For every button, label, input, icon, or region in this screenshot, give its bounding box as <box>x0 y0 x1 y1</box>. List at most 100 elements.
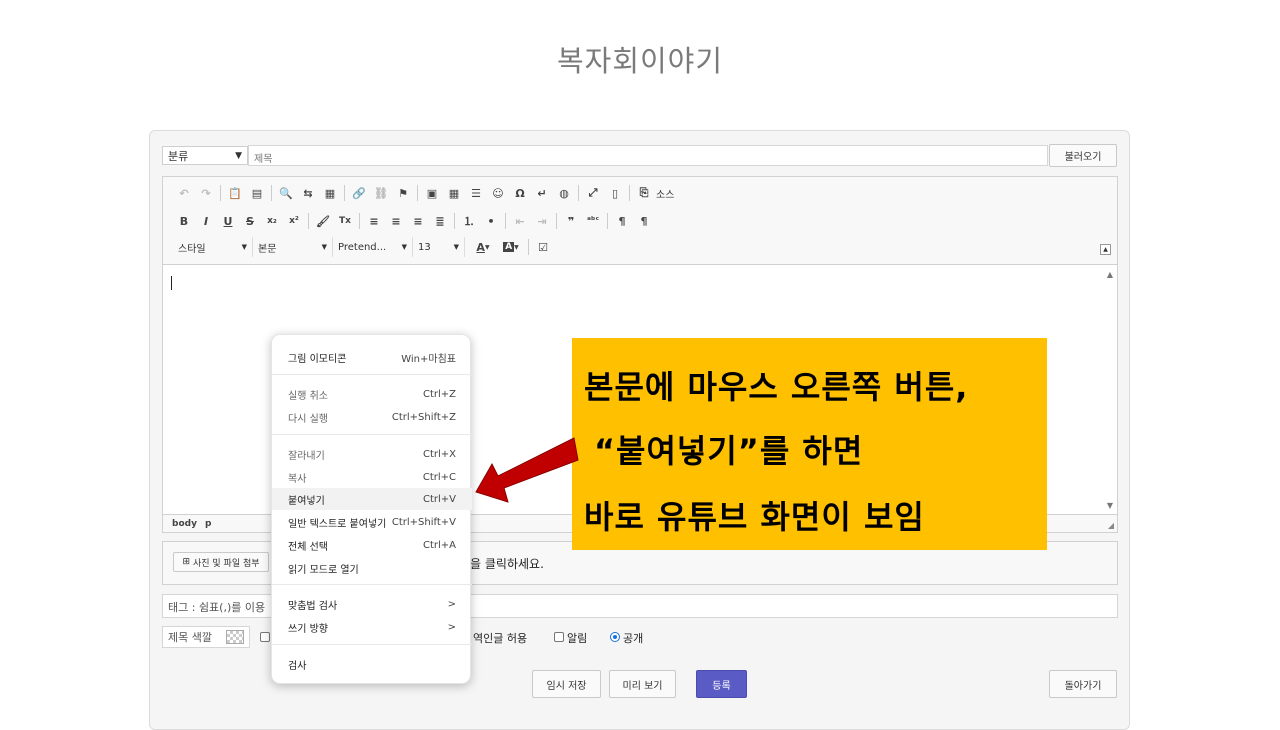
outdent-button[interactable]: ⇤ <box>509 211 531 231</box>
bold-button[interactable]: B <box>173 211 195 231</box>
menu-item-label: 전체 선택 <box>288 541 328 553</box>
add-file-icon: ⊞ <box>182 557 190 567</box>
underline-button[interactable]: U <box>217 211 239 231</box>
context-menu-item[interactable]: 복사 Ctrl+C <box>272 466 472 488</box>
show-blocks-button[interactable]: ▯ <box>604 183 626 203</box>
load-button[interactable]: 불러오기 <box>1049 144 1117 167</box>
category-select[interactable]: 분류 ▼ <box>162 146 248 165</box>
superscript-icon: x² <box>289 216 299 226</box>
unlink-button[interactable]: ⛓ <box>370 183 392 203</box>
toolbar-collapse-button[interactable]: ▲ <box>1100 244 1111 255</box>
context-menu-item[interactable]: 그림 이모티콘 Win+마침표 <box>272 346 472 368</box>
subscript-button[interactable]: x₂ <box>261 211 283 231</box>
toolbar-row-2: B I U Sx₂ x² 🖌 Tx ≡ ≡ ≡ ≣ ⒈ • ⇤ ⇥ ❞ ᵃᵇᶜ ¶ ¶ <box>173 211 655 231</box>
page-title: 복자회이야기 <box>556 44 724 78</box>
align-center-button[interactable]: ≡ <box>385 211 407 231</box>
title-bold-checkbox[interactable] <box>260 632 270 642</box>
strike-button[interactable]: S <box>239 211 261 231</box>
text-color-button[interactable]: A ▼ <box>469 237 497 257</box>
find-button[interactable]: 🔍 <box>275 183 297 203</box>
blockquote-button[interactable]: ❞ <box>560 211 582 231</box>
format-combo[interactable]: 본문 ▼ <box>253 237 333 257</box>
context-menu-item[interactable]: 붙여넣기 Ctrl+V <box>272 488 472 510</box>
context-menu-item[interactable]: 잘라내기 Ctrl+X <box>272 443 472 465</box>
chevron-down-icon: ▼ <box>235 150 242 161</box>
scroll-down-icon[interactable]: ▼ <box>1107 501 1113 510</box>
alarm-label: 알림 <box>567 632 588 645</box>
italic-button[interactable]: I <box>195 211 217 231</box>
context-menu-item[interactable]: 다시 실행 Ctrl+Shift+Z <box>272 406 472 428</box>
horizontal-line-button[interactable]: ☰ <box>465 183 487 203</box>
checkbox-insert-button[interactable]: ☑ <box>532 237 554 257</box>
link-button[interactable]: 🔗 <box>348 183 370 203</box>
paste-text-button[interactable]: ▤ <box>246 183 268 203</box>
anchor-flag-button[interactable]: ⚑ <box>392 183 414 203</box>
replace-button[interactable]: ⇆ <box>297 183 319 203</box>
toolbar-separator <box>607 213 608 229</box>
redo-button[interactable]: ↷ <box>195 183 217 203</box>
context-menu-item[interactable]: 실행 취소 Ctrl+Z <box>272 383 472 405</box>
iframe-globe-button[interactable]: ◍ <box>553 183 575 203</box>
size-combo[interactable]: 13 ▼ <box>413 237 465 257</box>
maximize-button[interactable]: ⤢ <box>582 183 604 203</box>
source-button[interactable]: ⎘ <box>633 183 655 203</box>
style-combo[interactable]: 스타일 ▼ <box>173 237 253 257</box>
menu-item-label: 쓰기 방향 <box>288 623 328 635</box>
align-left-button[interactable]: ≡ <box>363 211 385 231</box>
context-menu-item[interactable]: 쓰기 방향 > <box>272 616 472 638</box>
align-right-button[interactable]: ≡ <box>407 211 429 231</box>
alarm-checkbox[interactable] <box>554 632 564 642</box>
preview-button[interactable]: 미리 보기 <box>609 670 676 698</box>
back-button[interactable]: 돌아가기 <box>1049 670 1117 698</box>
context-menu-item[interactable]: 검사 <box>272 653 472 675</box>
ltr-button[interactable]: ¶ <box>611 211 633 231</box>
special-char-button[interactable]: Ω <box>509 183 531 203</box>
bg-color-button[interactable]: A ▼ <box>497 237 525 257</box>
emoji-button[interactable]: ☺ <box>487 183 509 203</box>
font-combo[interactable]: Pretend... ▼ <box>333 237 413 257</box>
element-path-body[interactable]: body <box>172 519 197 529</box>
attach-file-label: 사진 및 파일 첨부 <box>193 558 260 569</box>
template-button[interactable]: ▦ <box>319 183 341 203</box>
numbered-list-button[interactable]: ⒈ <box>458 211 480 231</box>
anchor-flag-icon: ⚑ <box>398 186 408 200</box>
rtl-button[interactable]: ¶ <box>633 211 655 231</box>
context-menu-item[interactable]: 맞춤법 검사 > <box>272 593 472 615</box>
horizontal-line-icon: ☰ <box>471 186 481 200</box>
title-input[interactable]: 제목 <box>248 145 1048 166</box>
toolbar-separator <box>220 185 221 201</box>
menu-item-shortcut: Ctrl+Shift+Z <box>391 411 456 423</box>
bulleted-list-button[interactable]: • <box>480 211 502 231</box>
paste-button[interactable]: 📋 <box>224 183 246 203</box>
indent-button[interactable]: ⇥ <box>531 211 553 231</box>
title-color-field[interactable]: 제목 색깔 <box>162 626 250 648</box>
context-menu-item[interactable]: 읽기 모드로 열기 <box>272 557 472 579</box>
undo-button[interactable]: ↶ <box>173 183 195 203</box>
scroll-up-icon[interactable]: ▲ <box>1107 270 1113 279</box>
context-menu-item[interactable]: 전체 선택 Ctrl+A <box>272 534 472 556</box>
size-combo-label: 13 <box>418 241 431 253</box>
source-label[interactable]: 소스 <box>656 186 674 201</box>
spellcheck-button[interactable]: ᵃᵇᶜ <box>582 211 604 231</box>
attach-file-button[interactable]: ⊞ 사진 및 파일 첨부 <box>173 552 269 572</box>
chevron-down-icon: ▼ <box>453 243 459 251</box>
copy-format-button[interactable]: 🖌 <box>312 211 334 231</box>
undo-icon: ↶ <box>179 186 189 200</box>
chevron-right-icon: > <box>447 598 456 610</box>
superscript-button[interactable]: x² <box>283 211 305 231</box>
public-radio[interactable] <box>610 632 620 642</box>
menu-item-shortcut: Ctrl+Shift+V <box>391 516 456 528</box>
element-path-p[interactable]: p <box>205 519 211 529</box>
menu-separator <box>272 584 472 585</box>
image-button[interactable]: ▣ <box>421 183 443 203</box>
temp-save-button[interactable]: 임시 저장 <box>532 670 601 698</box>
public-label: 공개 <box>623 632 644 645</box>
menu-item-shortcut: Ctrl+Z <box>422 388 456 400</box>
table-button[interactable]: ▦ <box>443 183 465 203</box>
submit-button[interactable]: 등록 <box>696 670 747 698</box>
context-menu-item[interactable]: 일반 텍스트로 붙여넣기 Ctrl+Shift+V <box>272 511 472 533</box>
remove-format-button[interactable]: Tx <box>334 211 356 231</box>
align-justify-button[interactable]: ≣ <box>429 211 451 231</box>
resize-handle-icon[interactable]: ◢ <box>1108 521 1114 530</box>
page-break-button[interactable]: ↵ <box>531 183 553 203</box>
